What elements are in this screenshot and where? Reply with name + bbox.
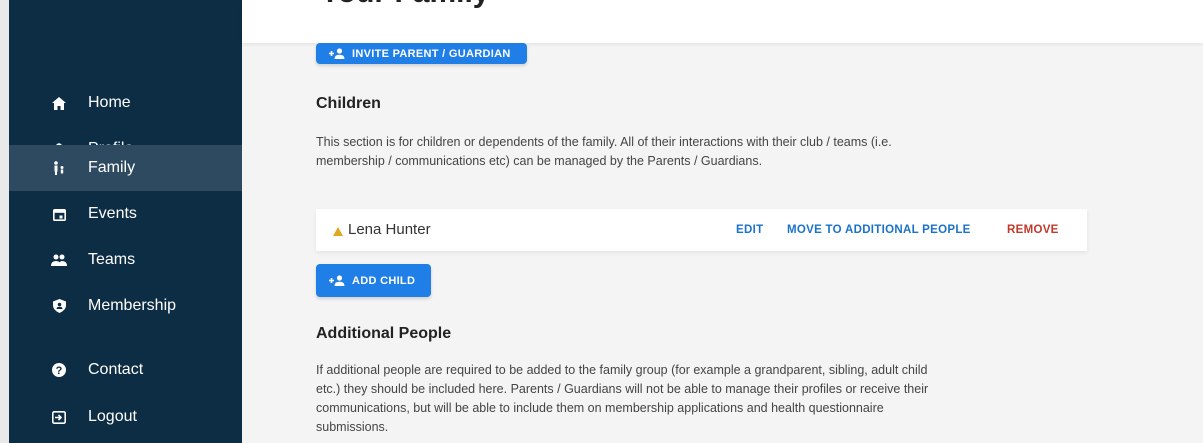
warning-icon bbox=[333, 223, 343, 241]
group-icon bbox=[49, 250, 69, 270]
sidebar-item-label: Logout bbox=[88, 408, 137, 425]
sidebar-item-label: Contact bbox=[88, 361, 144, 378]
add-child-label: ADD CHILD bbox=[352, 274, 416, 287]
sidebar-item-contact[interactable]: ? Contact bbox=[9, 347, 242, 393]
edit-child-button[interactable]: EDIT bbox=[736, 224, 763, 236]
children-description-line: membership / communications etc) can be … bbox=[316, 154, 763, 168]
page-header: Your Family bbox=[242, 0, 1203, 43]
sidebar-item-label: Home bbox=[88, 94, 131, 111]
sidebar: Home Profile Family Events Teams Members… bbox=[9, 0, 242, 443]
sidebar-item-label: Family bbox=[88, 159, 136, 176]
additional-description-line: If additional people are required to be … bbox=[316, 363, 928, 377]
invite-parent-label: INVITE PARENT / GUARDIAN bbox=[352, 47, 511, 60]
additional-people-heading: Additional People bbox=[316, 325, 452, 342]
additional-description-line: submissions. bbox=[316, 420, 389, 434]
add-person-icon bbox=[329, 48, 345, 60]
invite-parent-button[interactable]: INVITE PARENT / GUARDIAN bbox=[316, 43, 527, 64]
sidebar-item-label: Events bbox=[88, 205, 137, 222]
children-heading: Children bbox=[316, 95, 381, 112]
page-title: Your Family bbox=[320, 0, 489, 10]
add-child-button[interactable]: ADD CHILD bbox=[316, 264, 432, 297]
sidebar-item-teams[interactable]: Teams bbox=[9, 237, 242, 283]
sidebar-item-family[interactable]: Family bbox=[9, 145, 242, 191]
sidebar-item-label: Teams bbox=[88, 251, 136, 268]
svg-text:?: ? bbox=[56, 365, 63, 377]
remove-child-button[interactable]: REMOVE bbox=[1007, 224, 1059, 236]
children-description-line: This section is for children or dependen… bbox=[316, 135, 892, 149]
logout-icon bbox=[49, 407, 69, 427]
move-to-additional-button[interactable]: MOVE TO ADDITIONAL PEOPLE bbox=[787, 224, 971, 236]
sidebar-item-membership[interactable]: Membership bbox=[9, 283, 242, 329]
window-edge bbox=[0, 0, 9, 443]
add-person-icon bbox=[329, 275, 345, 287]
home-icon bbox=[49, 93, 69, 113]
shield-icon bbox=[49, 296, 69, 316]
sidebar-item-events[interactable]: Events bbox=[9, 191, 242, 237]
sidebar-item-home[interactable]: Home bbox=[9, 80, 242, 126]
additional-description-line: etc.) they should be included here. Pare… bbox=[316, 382, 929, 396]
additional-description-line: communications, but will be able to incl… bbox=[316, 401, 884, 415]
sidebar-item-label: Membership bbox=[88, 297, 177, 314]
calendar-icon bbox=[49, 204, 69, 224]
family-icon bbox=[49, 158, 69, 178]
sidebar-item-logout[interactable]: Logout bbox=[9, 394, 242, 440]
help-circle-icon: ? bbox=[49, 360, 69, 380]
child-name: Lena Hunter bbox=[348, 221, 431, 238]
child-row: Lena Hunter EDIT MOVE TO ADDITIONAL PEOP… bbox=[316, 209, 1087, 251]
